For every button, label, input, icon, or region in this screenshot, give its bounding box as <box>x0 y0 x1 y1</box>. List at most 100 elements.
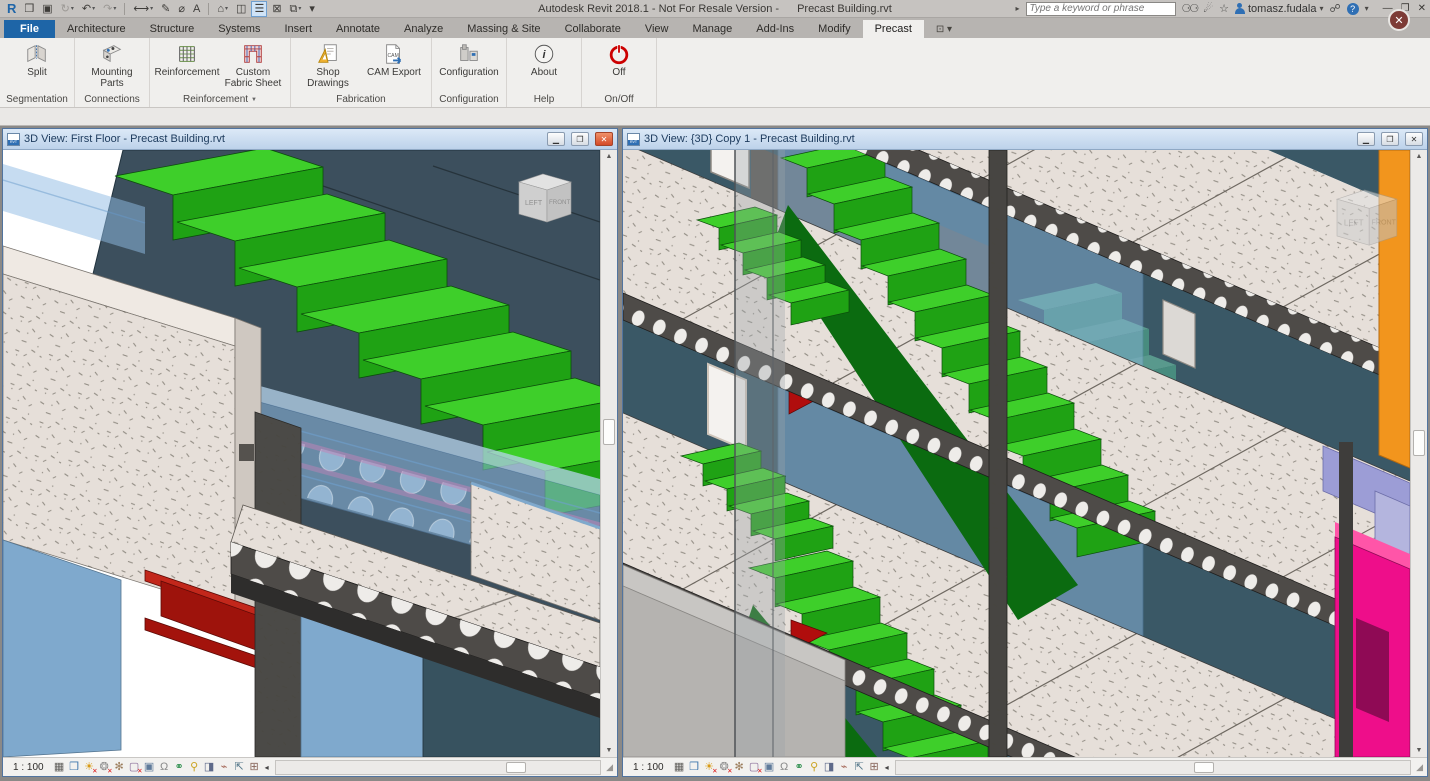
measure-icon[interactable]: ⌀ <box>175 1 188 17</box>
keyword-search-input[interactable] <box>1026 2 1176 16</box>
visual-style-icon[interactable]: ❒ <box>67 759 82 776</box>
panel-title-connections[interactable]: Connections <box>75 92 149 107</box>
view-scale-button[interactable]: 1 : 100 <box>5 762 52 773</box>
scroll-up-icon[interactable]: ▲ <box>606 150 613 163</box>
viewcube[interactable]: LEFT FRONT <box>519 174 571 222</box>
panel-title-reinforcement[interactable]: Reinforcement▼ <box>150 92 290 107</box>
cam-export-button[interactable]: CAMCAM Export <box>363 40 425 79</box>
tab-modify[interactable]: Modify <box>806 20 862 38</box>
ribbon-display-toggle[interactable]: ⊡ ▾ <box>930 21 958 38</box>
hsc-thumb[interactable] <box>1194 762 1214 773</box>
sun-path-icon[interactable]: ☀✕ <box>702 759 717 776</box>
horizontal-scrollbar[interactable] <box>275 760 601 775</box>
displacement-sets-icon[interactable]: ⇱ <box>852 759 867 776</box>
tab-view[interactable]: View <box>633 20 681 38</box>
viewport-titlebar[interactable]: 3D View: {3D} Copy 1 - Precast Building.… <box>623 129 1427 150</box>
configuration-button[interactable]: Configuration <box>438 40 500 79</box>
tab-annotate[interactable]: Annotate <box>324 20 392 38</box>
sign-in-control[interactable]: tomasz.fudala ▾ <box>1235 3 1324 15</box>
unlocked-3d-view-icon[interactable]: Ω <box>777 759 792 776</box>
crop-view-icon[interactable]: ▢✕ <box>127 759 142 776</box>
viewport-minimize-button[interactable]: ▁ <box>547 132 565 146</box>
resize-grip[interactable]: ◢ <box>604 762 615 773</box>
crop-region-icon[interactable]: ▣ <box>142 759 157 776</box>
reveal-constraints-icon[interactable]: ⊞ <box>247 759 262 776</box>
vertical-scrollbar[interactable]: ▲ ▼ <box>600 150 617 757</box>
about-button[interactable]: iAbout <box>513 40 575 79</box>
rendering-dialog-icon[interactable]: ✻ <box>732 759 747 776</box>
rendering-dialog-icon[interactable]: ✻ <box>112 759 127 776</box>
tab-add-ins[interactable]: Add-Ins <box>744 20 806 38</box>
infocenter-expand-icon[interactable]: ▸ <box>1015 4 1019 13</box>
viewport-restore-button[interactable]: ❐ <box>571 132 589 146</box>
aligned-dimension-icon[interactable]: ⟷▾ <box>130 1 156 17</box>
thin-lines-icon[interactable]: ☰ <box>251 1 267 17</box>
panel-title-help[interactable]: Help <box>507 92 581 107</box>
scroll-down-icon[interactable]: ▼ <box>1416 744 1423 757</box>
panel-title-segmentation[interactable]: Segmentation <box>0 92 74 107</box>
tab-insert[interactable]: Insert <box>272 20 324 38</box>
vertical-scrollbar[interactable]: ▲ ▼ <box>1410 150 1427 757</box>
crop-region-icon[interactable]: ▣ <box>762 759 777 776</box>
shadows-icon[interactable]: ❂✕ <box>97 759 112 776</box>
default-3d-view-icon[interactable]: ⌂▾ <box>214 1 231 17</box>
sun-path-icon[interactable]: ☀✕ <box>82 759 97 776</box>
section-icon[interactable]: ◫ <box>233 1 249 17</box>
viewport-close-button[interactable]: ✕ <box>1405 132 1423 146</box>
scroll-up-icon[interactable]: ▲ <box>1416 150 1423 163</box>
tab-systems[interactable]: Systems <box>206 20 272 38</box>
viewport-minimize-button[interactable]: ▁ <box>1357 132 1375 146</box>
detail-level-icon[interactable]: ▦ <box>672 759 687 776</box>
viewport-close-button[interactable]: ✕ <box>595 132 613 146</box>
revit-logo[interactable]: R <box>4 1 19 17</box>
panel-title-fabrication[interactable]: Fabrication <box>291 92 431 107</box>
view-scale-button[interactable]: 1 : 100 <box>625 762 672 773</box>
tab-precast[interactable]: Precast <box>863 20 924 38</box>
save-icon[interactable]: ▣ <box>39 1 55 17</box>
analytical-model-icon[interactable]: ⌁ <box>217 759 232 776</box>
qat-customize-icon[interactable]: ▾ <box>306 1 318 17</box>
visual-style-icon[interactable]: ❒ <box>687 759 702 776</box>
shop-drawings-button[interactable]: Shop Drawings <box>297 40 359 90</box>
tag-icon[interactable]: ✎ <box>158 1 173 17</box>
favorites-star-icon[interactable]: ☆ <box>1219 2 1229 15</box>
switch-windows-icon[interactable]: ⧉▾ <box>287 1 305 17</box>
shadows-icon[interactable]: ❂✕ <box>717 759 732 776</box>
horizontal-scrollbar[interactable] <box>895 760 1411 775</box>
temporary-view-properties-icon[interactable]: ◨ <box>822 759 837 776</box>
exchange-apps-cart-icon[interactable]: ☍ <box>1329 2 1340 15</box>
reveal-constraints-icon[interactable]: ⊞ <box>867 759 882 776</box>
crop-view-icon[interactable]: ▢✕ <box>747 759 762 776</box>
subscription-center-icon[interactable]: ☄ <box>1203 2 1213 15</box>
off-button[interactable]: Off <box>588 40 650 79</box>
split-button[interactable]: Split <box>6 40 68 79</box>
tab-file[interactable]: File <box>4 20 55 38</box>
custom-fabric-sheet-button[interactable]: Custom Fabric Sheet <box>222 40 284 90</box>
scroll-down-icon[interactable]: ▼ <box>606 744 613 757</box>
tab-structure[interactable]: Structure <box>138 20 207 38</box>
reinforcement-button[interactable]: Reinforcement <box>156 40 218 79</box>
panel-title-configuration[interactable]: Configuration <box>432 92 506 107</box>
window-close-button[interactable]: ✕ <box>1418 3 1426 14</box>
help-dropdown-icon[interactable]: ▾ <box>1365 4 1369 13</box>
detail-level-icon[interactable]: ▦ <box>52 759 67 776</box>
unlocked-3d-view-icon[interactable]: Ω <box>157 759 172 776</box>
help-icon[interactable]: ? <box>1347 3 1359 15</box>
tab-collaborate[interactable]: Collaborate <box>553 20 633 38</box>
temporary-view-properties-icon[interactable]: ◨ <box>202 759 217 776</box>
redo-icon[interactable]: ↷▾ <box>100 1 119 17</box>
tab-analyze[interactable]: Analyze <box>392 20 455 38</box>
viewbar-collapse-icon[interactable]: ◂ <box>882 763 892 772</box>
panel-title-on-off[interactable]: On/Off <box>582 92 656 107</box>
viewport-3d-canvas-right[interactable]: LEFT FRONT <box>623 150 1410 757</box>
viewbar-collapse-icon[interactable]: ◂ <box>262 763 272 772</box>
displacement-sets-icon[interactable]: ⇱ <box>232 759 247 776</box>
reveal-hidden-elements-icon[interactable]: ⚲ <box>187 759 202 776</box>
viewcube[interactable]: LEFT FRONT <box>1337 190 1397 245</box>
sync-icon[interactable]: ↻▾ <box>58 1 77 17</box>
temporary-hide-isolate-icon[interactable]: ⚭ <box>172 759 187 776</box>
vsc-thumb[interactable] <box>603 419 615 445</box>
viewport-titlebar[interactable]: 3D View: First Floor - Precast Building.… <box>3 129 617 150</box>
viewport-restore-button[interactable]: ❐ <box>1381 132 1399 146</box>
session-close-badge[interactable]: ✕ <box>1388 9 1410 31</box>
